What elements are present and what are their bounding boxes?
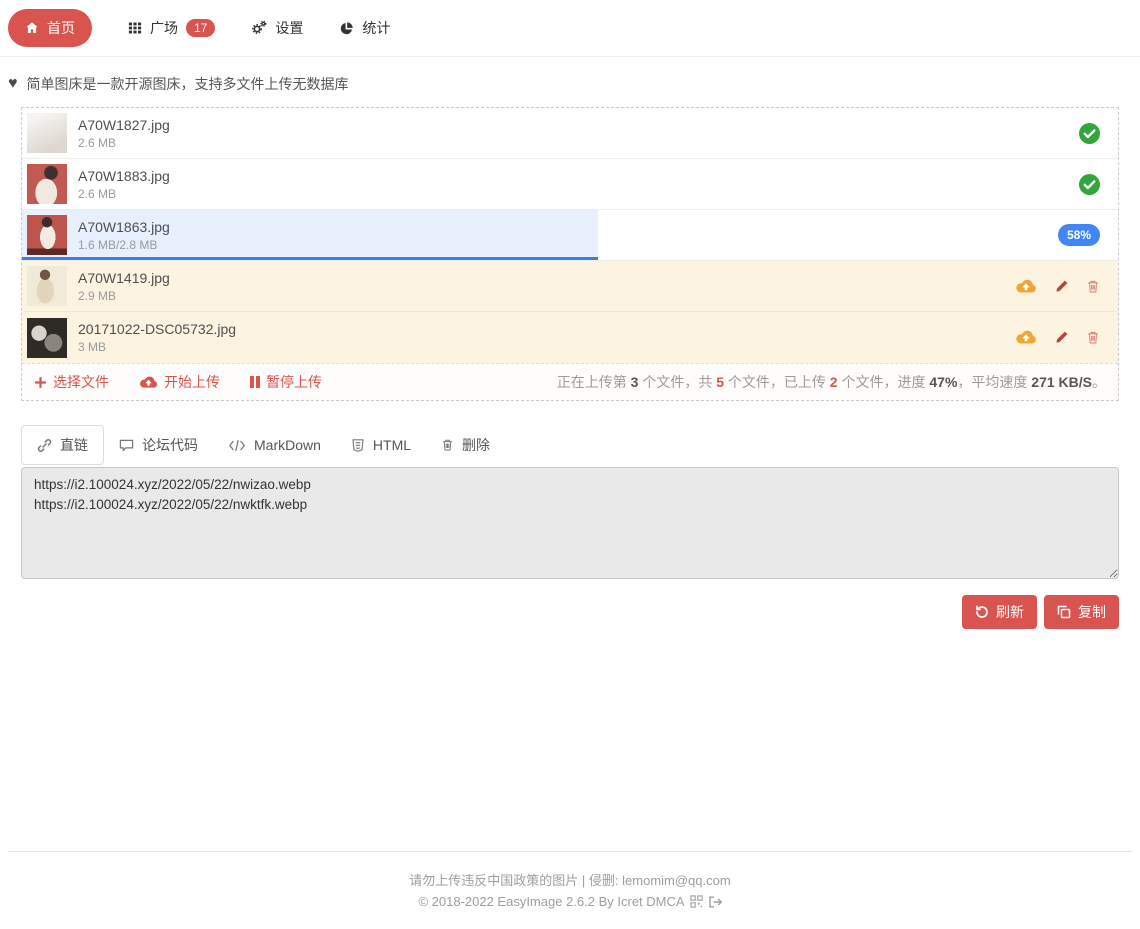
nav-home[interactable]: 首页	[8, 9, 92, 47]
footer: 请勿上传违反中国政策的图片 | 侵删: lemomim@qq.com © 201…	[8, 851, 1132, 929]
link-icon	[37, 438, 52, 453]
progress-percent-badge: 58%	[1058, 224, 1100, 246]
upload-status-text: 正在上传第 3 个文件，共 5 个文件，已上传 2 个文件，进度 47%，平均速…	[557, 372, 1106, 392]
file-row: A70W1883.jpg 2.6 MB	[22, 159, 1118, 210]
upload-cloud-icon[interactable]	[1015, 329, 1037, 346]
navbar: 首页 广场 17 设置 统计	[0, 0, 1140, 57]
cloud-upload-icon	[139, 375, 158, 390]
upload-cloud-icon[interactable]	[1015, 278, 1037, 295]
code-icon	[228, 439, 246, 452]
copy-button[interactable]: 复制	[1044, 595, 1119, 629]
start-upload-button[interactable]: 开始上传	[139, 372, 220, 392]
file-size: 2.9 MB	[78, 289, 170, 303]
tab-markdown[interactable]: MarkDown	[213, 428, 336, 462]
copy-icon	[1057, 605, 1071, 619]
delete-trash-icon[interactable]	[1086, 279, 1100, 294]
pie-chart-icon	[339, 21, 354, 36]
upload-dropzone[interactable]: A70W1827.jpg 2.6 MB A70W1883.jpg 2.6 MB	[21, 107, 1119, 401]
logout-icon[interactable]	[708, 895, 722, 909]
file-size: 2.6 MB	[78, 187, 170, 201]
comment-icon	[119, 438, 134, 453]
file-row-pending: A70W1419.jpg 2.9 MB	[22, 261, 1118, 312]
refresh-icon	[975, 605, 989, 619]
nav-settings[interactable]: 设置	[251, 18, 303, 38]
refresh-button[interactable]: 刷新	[962, 595, 1037, 629]
upload-action-bar: 选择文件 开始上传 暂停上传 正在上传第 3 个文件，共 5 个文件，已上传 2…	[22, 363, 1118, 400]
heart-icon: ♥	[8, 75, 18, 93]
file-thumbnail	[27, 164, 67, 204]
file-row-pending: 20171022-DSC05732.jpg 3 MB	[22, 312, 1118, 363]
subtitle-text: 简单图床是一款开源图床，支持多文件上传无数据库	[27, 74, 349, 94]
file-size: 1.6 MB/2.8 MB	[78, 238, 170, 252]
file-thumbnail	[27, 215, 67, 255]
file-size: 3 MB	[78, 340, 236, 354]
qr-code-icon[interactable]	[690, 895, 703, 908]
gallery-count-badge: 17	[186, 19, 215, 37]
file-name: 20171022-DSC05732.jpg	[78, 321, 236, 338]
footer-copyright-text: © 2018-2022 EasyImage 2.6.2 By Icret DMC…	[418, 892, 684, 911]
tab-direct-link[interactable]: 直链	[21, 425, 104, 465]
file-name: A70W1419.jpg	[78, 270, 170, 287]
nav-home-label: 首页	[47, 18, 75, 38]
file-thumbnail	[27, 266, 67, 306]
nav-stats[interactable]: 统计	[339, 18, 390, 38]
file-row: A70W1827.jpg 2.6 MB	[22, 108, 1118, 159]
nav-gallery-label: 广场	[150, 18, 178, 38]
check-circle-icon	[1079, 123, 1100, 144]
select-files-button[interactable]: 选择文件	[34, 372, 109, 392]
check-circle-icon	[1079, 174, 1100, 195]
tab-delete[interactable]: 删除	[426, 426, 505, 464]
nav-gallery[interactable]: 广场 17	[128, 18, 215, 38]
links-output-textarea[interactable]: https://i2.100024.xyz/2022/05/22/nwizao.…	[21, 467, 1119, 579]
site-subtitle: ♥ 简单图床是一款开源图床，支持多文件上传无数据库	[8, 74, 1132, 94]
home-icon	[25, 21, 39, 35]
nav-settings-label: 设置	[275, 18, 303, 38]
pause-upload-button[interactable]: 暂停上传	[250, 372, 322, 392]
html5-icon	[351, 438, 365, 453]
gears-icon	[251, 20, 267, 36]
file-size: 2.6 MB	[78, 136, 170, 150]
plus-icon	[34, 376, 47, 389]
output-buttons: 刷新 复制	[21, 595, 1119, 629]
file-name: A70W1883.jpg	[78, 168, 170, 185]
footer-policy-text: 请勿上传违反中国政策的图片 | 侵删: lemomim@qq.com	[8, 871, 1132, 890]
file-row-uploading: A70W1863.jpg 1.6 MB/2.8 MB 58%	[22, 210, 1118, 261]
tab-forum-code[interactable]: 论坛代码	[104, 426, 213, 464]
edit-pencil-icon[interactable]	[1054, 279, 1069, 294]
edit-pencil-icon[interactable]	[1054, 330, 1069, 345]
output-tabs: 直链 论坛代码 MarkDown HTML 删除	[21, 425, 1119, 465]
file-thumbnail	[27, 113, 67, 153]
file-thumbnail	[27, 318, 67, 358]
file-name: A70W1827.jpg	[78, 117, 170, 134]
pause-icon	[250, 376, 260, 388]
file-name: A70W1863.jpg	[78, 219, 170, 236]
grid-icon	[128, 21, 142, 35]
tab-html[interactable]: HTML	[336, 428, 426, 462]
nav-stats-label: 统计	[362, 18, 390, 38]
trash-icon	[441, 438, 454, 452]
delete-trash-icon[interactable]	[1086, 330, 1100, 345]
